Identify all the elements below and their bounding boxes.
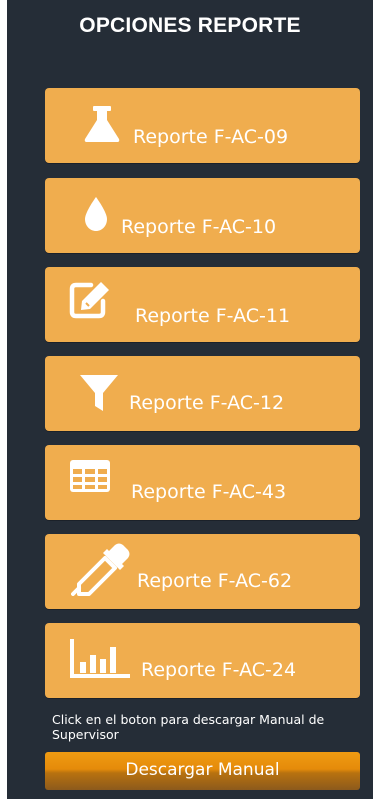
report-label: Reporte F-AC-43 (131, 481, 287, 503)
table-icon (69, 459, 111, 493)
eyedropper-icon (71, 542, 131, 596)
filter-icon (79, 373, 119, 413)
report-label: Reporte F-AC-62 (137, 570, 293, 592)
drop-icon (83, 196, 109, 232)
panel-title: OPCIONES REPORTE (79, 14, 301, 37)
report-options-panel: OPCIONES REPORTE Reporte F-AC-09 Reporte… (7, 0, 373, 799)
report-button-f-ac-43[interactable]: Reporte F-AC-43 (45, 445, 360, 520)
report-button-f-ac-62[interactable]: Reporte F-AC-62 (45, 534, 360, 609)
edit-icon (69, 279, 113, 319)
report-button-f-ac-10[interactable]: Reporte F-AC-10 (45, 178, 360, 253)
report-label: Reporte F-AC-10 (121, 216, 277, 238)
help-text: Click en el boton para descargar Manual … (52, 712, 325, 742)
flask-icon (83, 105, 121, 143)
report-button-f-ac-11[interactable]: Reporte F-AC-11 (45, 267, 360, 342)
download-manual-button[interactable]: Descargar Manual (45, 752, 360, 790)
download-manual-label: Descargar Manual (125, 760, 280, 780)
report-button-f-ac-24[interactable]: Reporte F-AC-24 (45, 623, 360, 698)
report-button-f-ac-09[interactable]: Reporte F-AC-09 (45, 88, 360, 163)
report-label: Reporte F-AC-24 (141, 659, 297, 681)
report-label: Reporte F-AC-09 (133, 126, 289, 148)
bar-chart-icon (69, 639, 131, 679)
report-label: Reporte F-AC-11 (135, 305, 291, 327)
report-label: Reporte F-AC-12 (129, 392, 285, 414)
report-button-f-ac-12[interactable]: Reporte F-AC-12 (45, 356, 360, 431)
